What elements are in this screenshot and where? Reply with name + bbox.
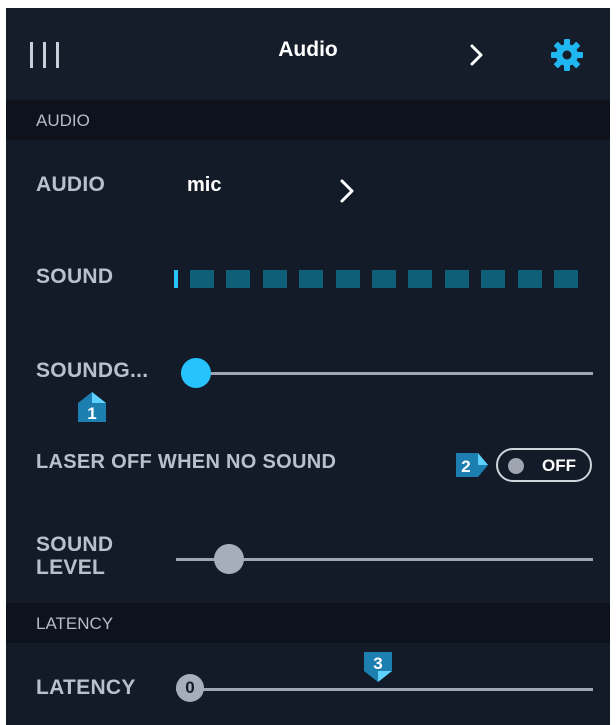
toggle-knob [508,458,524,474]
laser-off-label: LASER OFF WHEN NO SOUND [36,451,337,473]
meter-block [444,270,469,288]
sound-label: SOUND [36,265,114,288]
section-header-audio: AUDIO [6,100,610,140]
latency-slider[interactable]: 0 [176,674,593,704]
marker-label-3: 3 [373,654,382,673]
marker-right-2: 2 [456,453,488,477]
meter-block [517,270,542,288]
latency-label: LATENCY [36,676,136,699]
app-header: Audio [6,8,610,100]
audio-settings-panel: Audio AUDIO AUDIO mic SOUND SOUNDG... 1 … [6,8,610,725]
meter-block [554,270,578,288]
meter-block [226,270,251,288]
marker-label-2: 2 [461,457,470,476]
sound-level-slider-thumb[interactable] [214,544,244,574]
meter-block [299,270,324,288]
meter-block [372,270,396,288]
section-title-audio: AUDIO [36,111,90,130]
page-title: Audio [278,38,338,61]
audio-source-label: AUDIO [36,173,106,196]
audio-source-value[interactable]: mic [187,174,221,197]
marker-up-1: 1 [78,392,106,423]
laser-off-toggle[interactable]: OFF [496,448,592,482]
soundgate-label: SOUNDG... [36,359,149,382]
slider-track [176,688,593,691]
sound-level-label-line2: LEVEL [36,556,106,579]
latency-slider-thumb[interactable]: 0 [176,674,204,702]
section-header-latency: LATENCY [6,603,610,643]
meter-block [262,270,287,288]
meter-block [408,270,433,288]
section-title-latency: LATENCY [36,614,114,633]
sound-level-slider[interactable] [176,544,593,574]
soundgate-slider[interactable] [181,358,593,388]
meter-block [190,270,214,288]
sound-level-label: SOUND LEVEL [36,533,113,579]
sound-level-meter [174,268,586,292]
meter-block [481,270,506,288]
chevron-right-icon[interactable] [336,178,358,204]
meter-cursor [174,270,178,288]
slider-track [181,372,593,375]
gear-icon[interactable] [550,38,584,72]
meter-block [335,270,360,288]
sound-level-label-line1: SOUND [36,533,114,556]
soundgate-slider-thumb[interactable] [181,358,211,388]
marker-label-1: 1 [87,404,96,423]
chevron-right-icon[interactable] [466,44,488,66]
toggle-state-label: OFF [542,456,576,475]
